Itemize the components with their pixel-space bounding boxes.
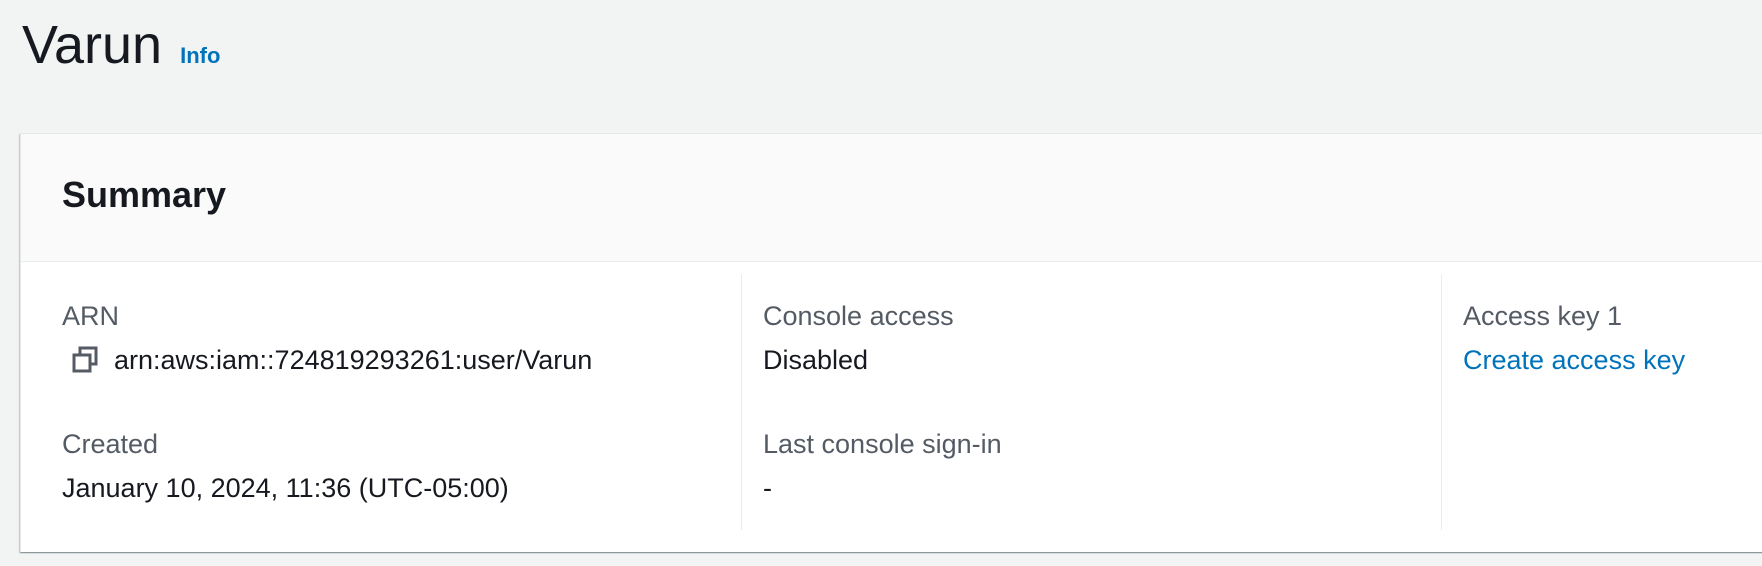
created-value: January 10, 2024, 11:36 (UTC-05:00) — [62, 473, 509, 503]
last-console-signin-value: - — [763, 473, 772, 503]
access-key-1-field: Access key 1 Create access key — [1463, 300, 1685, 376]
created-field: Created January 10, 2024, 11:36 (UTC-05:… — [62, 428, 509, 504]
summary-card: Summary ARN arn:aws:iam::724819293261:us… — [20, 133, 1762, 552]
copy-icon[interactable] — [70, 345, 100, 375]
last-console-signin-field: Last console sign-in - — [763, 428, 1002, 504]
arn-value: arn:aws:iam::724819293261:user/Varun — [114, 345, 593, 375]
arn-value-row: arn:aws:iam::724819293261:user/Varun — [62, 344, 592, 376]
summary-column-1: ARN arn:aws:iam::724819293261:user/Varun… — [21, 274, 741, 530]
arn-field: ARN arn:aws:iam::724819293261:user/Varun — [62, 300, 592, 376]
arn-label: ARN — [62, 301, 120, 331]
page-header: Varun Info — [22, 14, 220, 76]
summary-header: Summary — [21, 134, 1762, 262]
access-key-1-value-row: Create access key — [1463, 344, 1685, 376]
console-access-value: Disabled — [763, 345, 869, 375]
summary-column-3: Access key 1 Create access key — [1441, 274, 1762, 530]
console-access-label: Console access — [763, 301, 954, 331]
access-key-1-label: Access key 1 — [1463, 301, 1623, 331]
create-access-key-link[interactable]: Create access key — [1463, 344, 1685, 376]
summary-column-2: Console access Disabled Last console sig… — [741, 274, 1442, 530]
summary-title: Summary — [62, 174, 227, 215]
created-label: Created — [62, 429, 159, 459]
info-link[interactable]: Info — [180, 43, 220, 69]
summary-body: ARN arn:aws:iam::724819293261:user/Varun… — [21, 262, 1762, 552]
last-console-signin-label: Last console sign-in — [763, 429, 1002, 459]
console-access-field: Console access Disabled — [763, 300, 954, 376]
page-title: Varun — [22, 15, 163, 75]
